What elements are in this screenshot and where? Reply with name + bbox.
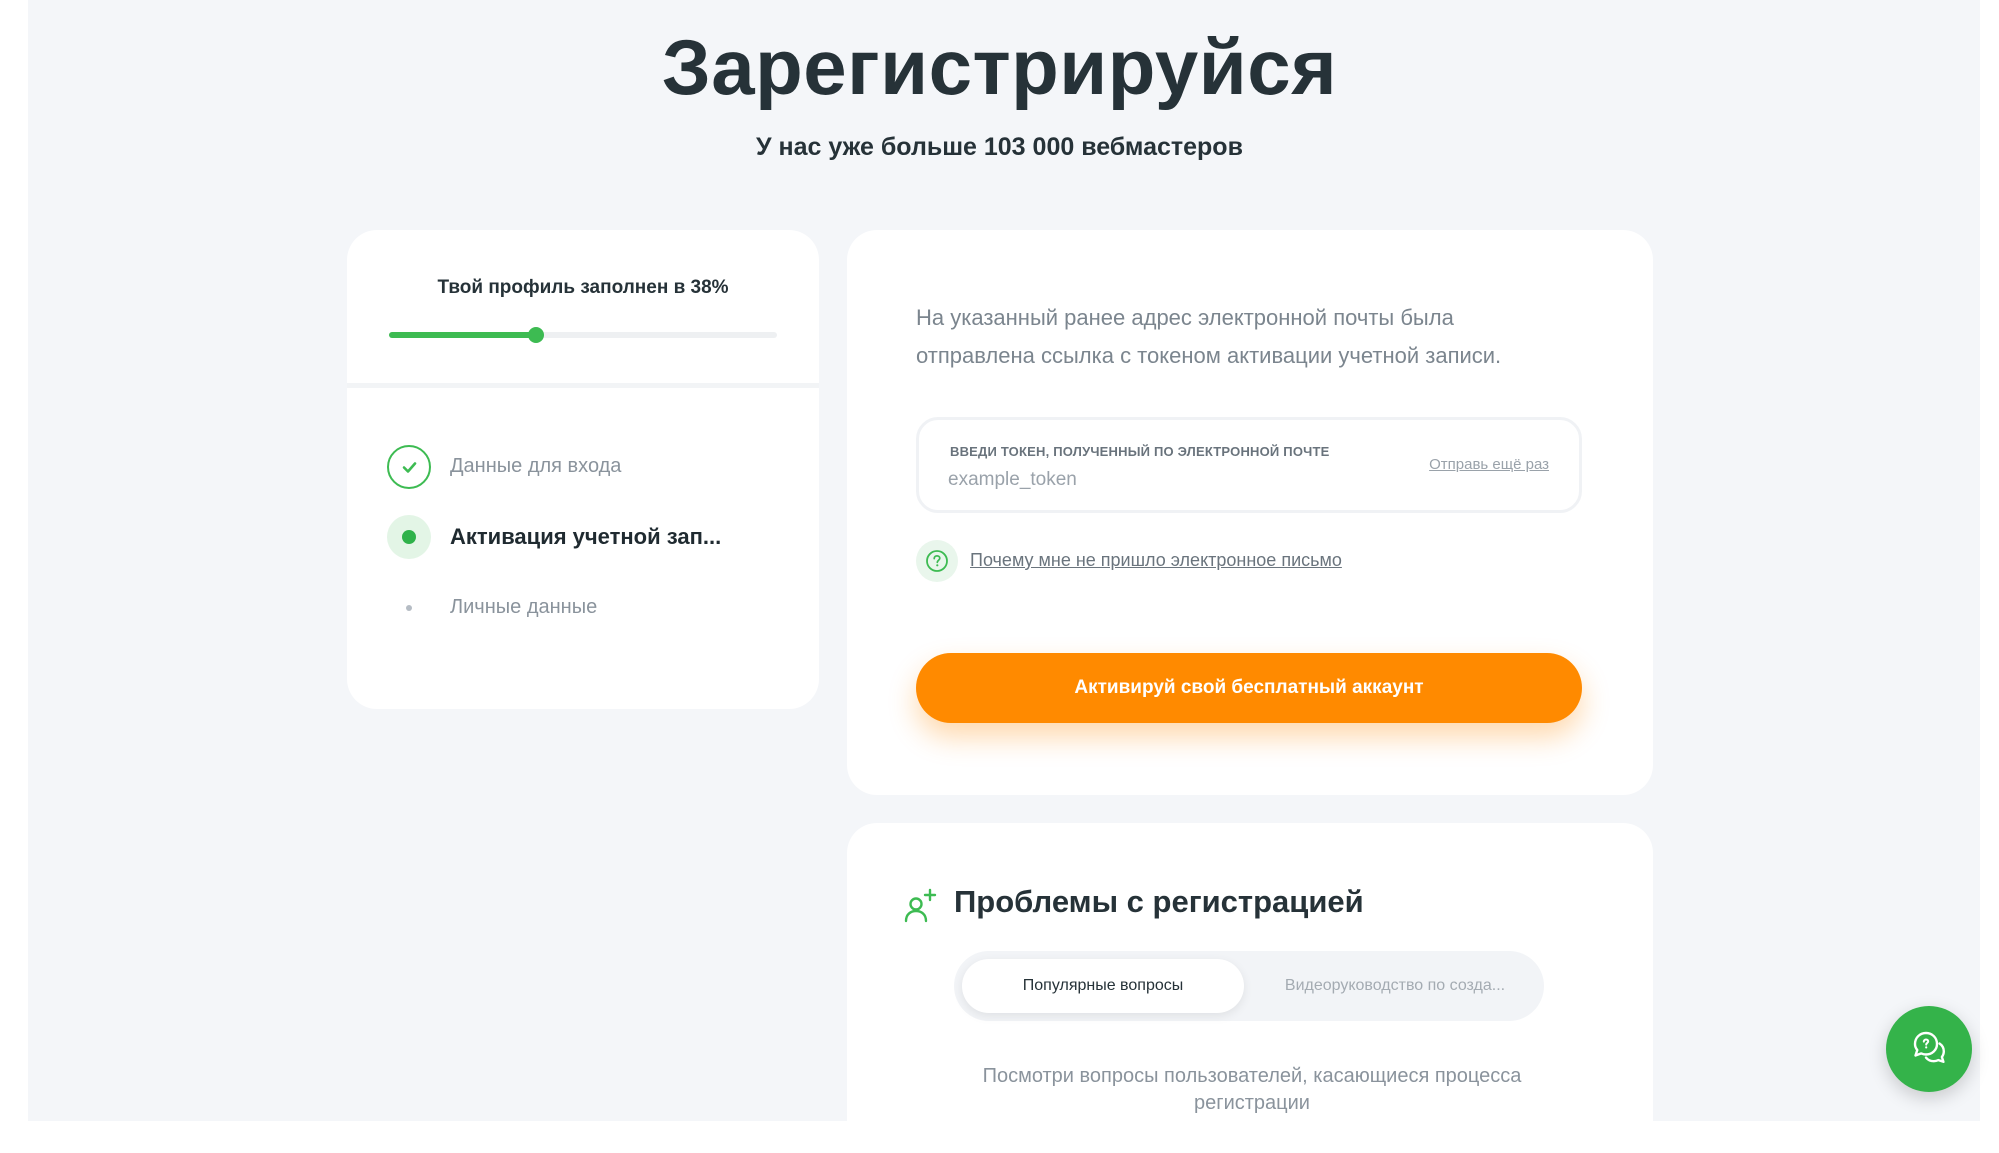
chat-button[interactable]	[1886, 1006, 1972, 1092]
page-subtitle: У нас уже больше 103 000 вебмастеров	[756, 133, 1243, 161]
question-icon	[916, 540, 958, 582]
add-user-icon	[902, 887, 940, 925]
active-dot-icon	[387, 515, 431, 559]
step-login-data[interactable]: Данные для входа	[387, 445, 787, 489]
problems-tabs: Популярные вопросы Видеоруководство по с…	[954, 951, 1544, 1021]
step-account-activation[interactable]: Активация учетной зап...	[387, 515, 787, 559]
activation-info-text: На указанный ранее адрес электронной поч…	[916, 305, 1502, 368]
page-title: Зарегистрируйся	[661, 23, 1338, 111]
step-label: Личные данные	[450, 596, 598, 618]
problems-title: Проблемы с регистрацией	[954, 884, 1364, 919]
token-field[interactable]: Введи токен, полученный по электронной п…	[916, 417, 1582, 513]
chat-icon	[1913, 1031, 1945, 1063]
check-icon	[387, 445, 431, 489]
progress-label: Твой профиль заполнен в 38%	[437, 277, 729, 298]
problems-description: Посмотри вопросы пользователей, касающие…	[982, 1065, 1522, 1114]
token-field-label: Введи токен, полученный по электронной п…	[950, 444, 1330, 459]
activation-card: На указанный ранее адрес электронной поч…	[847, 230, 1653, 795]
progress-bar	[389, 327, 777, 343]
profile-progress-card: Твой профиль заполнен в 38% Данные для в…	[347, 230, 819, 709]
progress-bar-fill	[389, 332, 537, 338]
divider	[347, 383, 819, 388]
pending-dot-icon	[387, 586, 431, 630]
resend-link[interactable]: Отправь ещё раз	[1429, 456, 1549, 473]
registration-problems-card: Проблемы с регистрацией Популярные вопро…	[847, 823, 1653, 1153]
tab-video-guide[interactable]: Видеоруководство по созда...	[1254, 959, 1536, 1013]
step-label: Данные для входа	[450, 455, 622, 477]
why-no-email-link[interactable]: Почему мне не пришло электронное письмо	[970, 550, 1342, 571]
step-personal-data[interactable]: Личные данные	[387, 586, 787, 630]
token-input[interactable]	[948, 466, 1388, 494]
tab-popular-questions[interactable]: Популярные вопросы	[962, 959, 1244, 1013]
progress-bar-knob	[528, 327, 545, 343]
step-label: Активация учетной зап...	[450, 524, 722, 549]
activate-account-button[interactable]: Активируй свой бесплатный аккаунт	[916, 653, 1582, 723]
